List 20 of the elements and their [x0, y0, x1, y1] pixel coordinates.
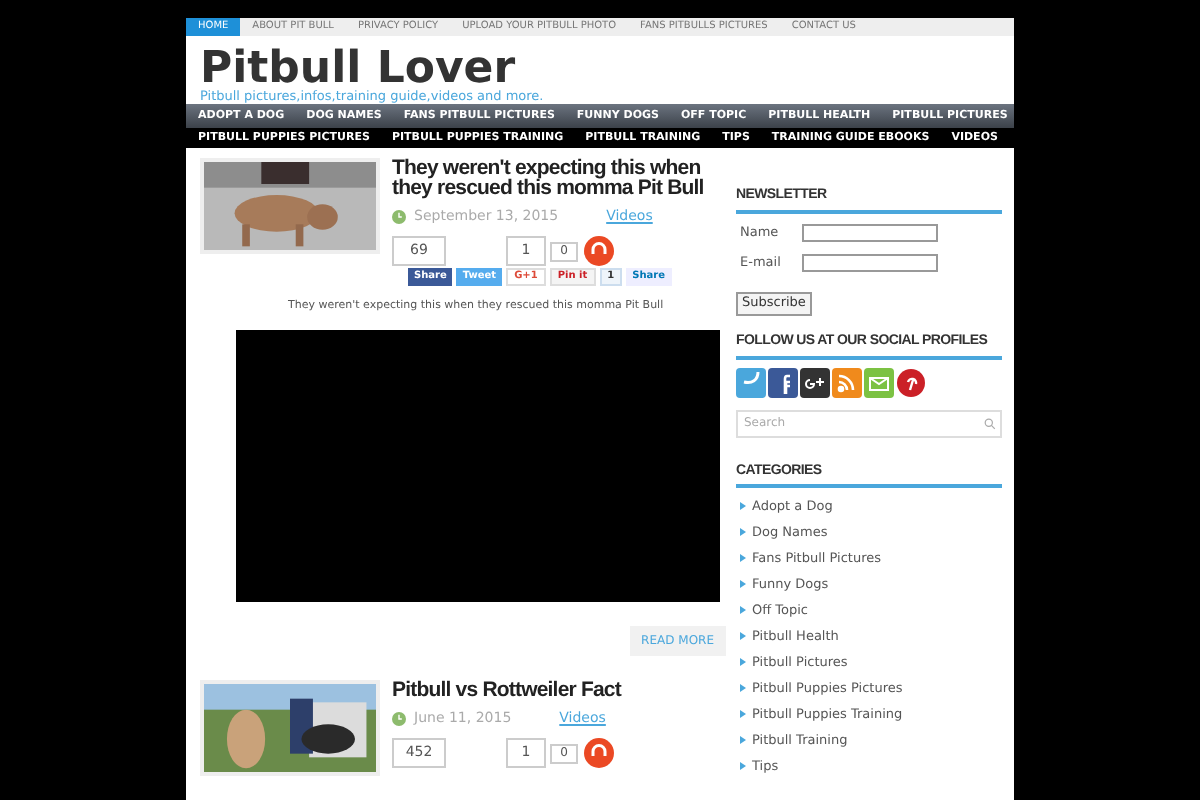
bullet-icon	[740, 502, 746, 510]
input-field[interactable]	[802, 224, 938, 243]
clock-icon	[392, 711, 406, 726]
bullet-icon	[740, 606, 746, 614]
bullet-icon	[740, 632, 746, 640]
clock-icon	[392, 210, 406, 224]
post-title[interactable]: Pitbull vs Rottweiler Fact	[392, 680, 732, 700]
bullet-icon	[740, 710, 746, 718]
bullet-icon	[740, 736, 746, 744]
search-icon[interactable]	[984, 417, 996, 429]
input-field[interactable]	[802, 253, 938, 272]
bullet-icon	[740, 762, 746, 770]
bullet-icon	[740, 554, 746, 562]
bullet-icon	[740, 528, 746, 536]
bullet-icon	[740, 684, 746, 692]
bullet-icon	[740, 658, 746, 666]
facebook-icon[interactable]	[768, 367, 798, 397]
bullet-icon	[740, 580, 746, 588]
gplus-icon[interactable]	[800, 367, 830, 397]
post-title[interactable]: They weren't expecting this when they rescued this momma Pit Bull	[392, 158, 732, 199]
